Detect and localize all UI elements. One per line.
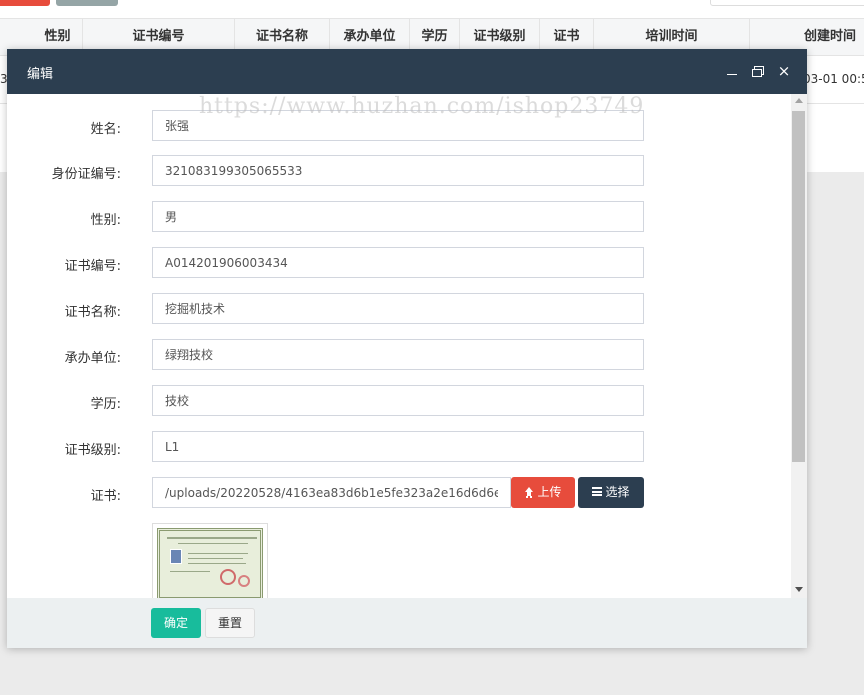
background-red-button[interactable] (0, 0, 50, 6)
row-created-time: 03-01 00:5 (803, 72, 864, 86)
cert-number-label: 证书编号: (64, 259, 121, 274)
dialog-title: 编辑 (27, 67, 54, 82)
reset-button[interactable]: 重置 (205, 608, 255, 638)
scroll-down-arrow-icon[interactable] (795, 587, 803, 592)
form-row-certificate: 证书: 上传 选择 (7, 477, 787, 509)
organizer-label: 承办单位: (64, 351, 121, 366)
form-row-education: 学历: (7, 385, 787, 417)
certificate-path-field[interactable] (152, 477, 511, 508)
scroll-up-arrow-icon[interactable] (795, 98, 803, 103)
upload-icon (524, 486, 534, 497)
form-row-cert-level: 证书级别: (7, 431, 787, 463)
list-icon (592, 487, 603, 496)
cert-level-field[interactable] (152, 431, 644, 462)
name-label: 姓名: (90, 122, 121, 137)
dialog-footer: 确定 重置 (7, 598, 807, 648)
education-field[interactable] (152, 385, 644, 416)
close-icon[interactable]: × (775, 61, 793, 81)
dialog-title-bar[interactable]: 编辑 × (7, 49, 807, 94)
choose-button[interactable]: 选择 (578, 477, 644, 508)
form-row-gender: 性别: (7, 201, 787, 233)
cert-name-label: 证书名称: (64, 305, 121, 320)
maximize-icon[interactable] (749, 61, 767, 81)
name-field[interactable] (152, 110, 644, 141)
certificate-label: 证书: (90, 489, 121, 504)
form-row-organizer: 承办单位: (7, 339, 787, 371)
choose-button-label: 选择 (605, 485, 630, 499)
cert-number-field[interactable] (152, 247, 644, 278)
form-row-cert-number: 证书编号: (7, 247, 787, 279)
form-row-cert-name: 证书名称: (7, 293, 787, 325)
scroll-thumb[interactable] (792, 111, 805, 462)
organizer-field[interactable] (152, 339, 644, 370)
certificate-image (157, 528, 263, 598)
dialog-scrollbar[interactable] (791, 94, 807, 598)
cert-name-field[interactable] (152, 293, 644, 324)
id-number-field[interactable] (152, 155, 644, 186)
gender-field[interactable] (152, 201, 644, 232)
minimize-icon[interactable] (723, 61, 741, 81)
upload-button[interactable]: 上传 (511, 477, 575, 508)
education-label: 学历: (90, 397, 121, 412)
dialog-body: 姓名: 身份证编号: 性别: 证书编号: 证书名称: 承办单位: 学历: 证书 (7, 94, 807, 598)
edit-dialog: 编辑 × 姓名: 身份证编号: 性别: 证书编号: 证书名称: 承办单位: (7, 49, 807, 648)
id-number-label: 身份证编号: (51, 167, 121, 182)
form-row-name: 姓名: (7, 110, 787, 142)
background-search-input[interactable] (710, 0, 864, 6)
background-gray-button[interactable] (56, 0, 118, 6)
form-row-id-number: 身份证编号: (7, 155, 787, 187)
upload-button-label: 上传 (537, 485, 562, 499)
gender-label: 性别: (90, 213, 121, 228)
certificate-thumbnail[interactable] (152, 523, 268, 598)
confirm-button[interactable]: 确定 (151, 608, 201, 638)
cert-level-label: 证书级别: (64, 443, 121, 458)
